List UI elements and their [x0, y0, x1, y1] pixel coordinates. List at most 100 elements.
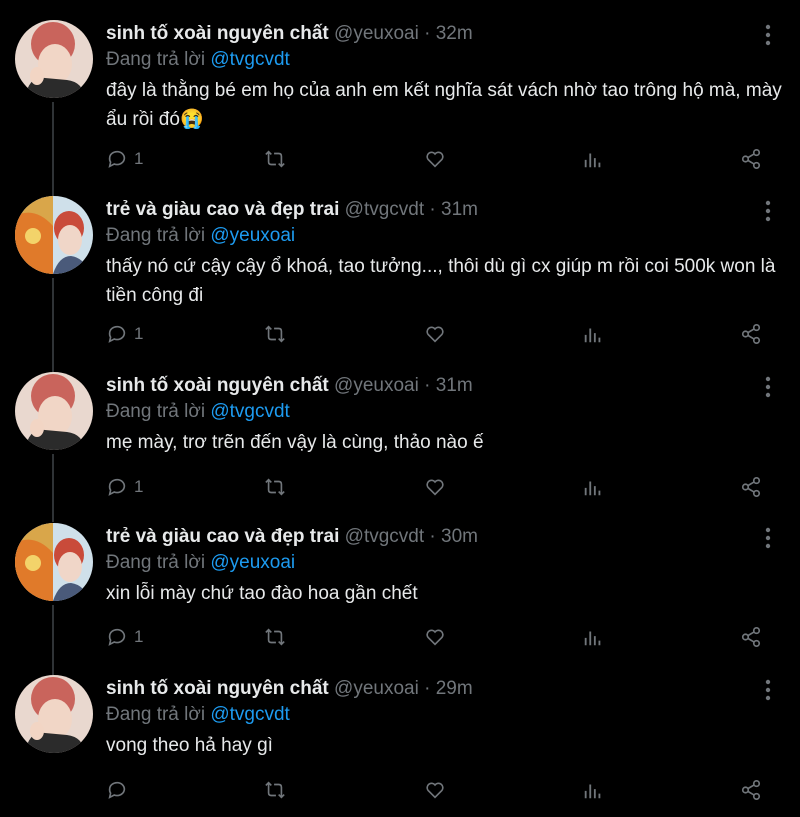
- reply-count: 1: [134, 627, 144, 646]
- avatar[interactable]: [15, 523, 93, 601]
- retweet-button[interactable]: [264, 146, 286, 172]
- stats-icon: [584, 153, 601, 168]
- like-icon: [426, 326, 444, 343]
- retweet-icon: [265, 628, 285, 646]
- share-button[interactable]: [740, 474, 762, 500]
- share-button[interactable]: [740, 777, 762, 803]
- action-bar: 1: [106, 474, 770, 500]
- tweet-text: đây là thằng bé em họ của anh em kết ngh…: [106, 80, 782, 130]
- avatar[interactable]: [15, 196, 93, 274]
- separator-dot: ·: [424, 526, 442, 547]
- tweet[interactable]: trẻ và giàu cao và đẹp trai @tvgcvdt · 3…: [0, 196, 800, 374]
- thread-line: [52, 454, 54, 522]
- retweet-icon: [265, 150, 285, 168]
- separator-dot: ·: [418, 678, 436, 699]
- thread-line: [52, 278, 54, 374]
- stats-button[interactable]: [582, 777, 604, 803]
- more-icon[interactable]: [758, 198, 778, 224]
- reply-mention[interactable]: @tvgcvdt: [210, 49, 289, 70]
- tweet[interactable]: sinh tố xoài nguyên chất @yeuxoai · 31m …: [0, 372, 800, 522]
- like-button[interactable]: [424, 474, 446, 500]
- share-icon: [741, 324, 761, 344]
- like-icon: [426, 151, 444, 168]
- retweet-button[interactable]: [264, 777, 286, 803]
- tweet-text: thấy nó cứ cậy cậy ổ khoá, tao tưởng...,…: [106, 256, 776, 306]
- more-icon[interactable]: [758, 22, 778, 48]
- like-icon: [426, 479, 444, 496]
- reply-mention[interactable]: @yeuxoai: [210, 225, 295, 246]
- separator-dot: ·: [418, 23, 436, 44]
- avatar[interactable]: [15, 20, 93, 98]
- timestamp[interactable]: 31m: [441, 199, 478, 220]
- reply-button[interactable]: 1: [106, 146, 143, 172]
- tweet[interactable]: trẻ và giàu cao và đẹp trai @tvgcvdt · 3…: [0, 523, 800, 675]
- share-icon: [741, 627, 761, 647]
- more-icon[interactable]: [758, 525, 778, 551]
- reply-button[interactable]: 1: [106, 624, 143, 650]
- tweet[interactable]: sinh tố xoài nguyên chất @yeuxoai · 29m …: [0, 675, 800, 815]
- stats-icon: [584, 481, 601, 496]
- reply-label: Đang trả lời: [106, 704, 206, 725]
- handle[interactable]: @yeuxoai: [334, 678, 419, 699]
- display-name[interactable]: trẻ và giàu cao và đẹp trai: [106, 199, 339, 220]
- stats-icon: [584, 631, 601, 646]
- action-bar: 1: [106, 146, 770, 172]
- reply-mention[interactable]: @tvgcvdt: [210, 401, 289, 422]
- stats-icon: [584, 784, 601, 799]
- more-icon[interactable]: [758, 374, 778, 400]
- retweet-button[interactable]: [264, 474, 286, 500]
- reply-mention[interactable]: @yeuxoai: [210, 552, 295, 573]
- display-name[interactable]: sinh tố xoài nguyên chất: [106, 678, 329, 699]
- stats-button[interactable]: [582, 624, 604, 650]
- retweet-button[interactable]: [264, 624, 286, 650]
- reply-icon: [108, 628, 126, 646]
- reply-icon: [108, 150, 126, 168]
- reply-icon: [108, 325, 126, 343]
- like-button[interactable]: [424, 321, 446, 347]
- thread-line: [52, 102, 54, 202]
- share-icon: [741, 780, 761, 800]
- handle[interactable]: @yeuxoai: [334, 23, 419, 44]
- display-name[interactable]: sinh tố xoài nguyên chất: [106, 23, 329, 44]
- reply-icon: [108, 781, 126, 799]
- display-name[interactable]: sinh tố xoài nguyên chất: [106, 375, 329, 396]
- reply-count: 1: [134, 477, 144, 496]
- share-button[interactable]: [740, 146, 762, 172]
- action-bar: 1: [106, 321, 770, 347]
- stats-button[interactable]: [582, 321, 604, 347]
- tweet-text: vong theo hả hay gì: [106, 735, 273, 756]
- reply-button[interactable]: 1: [106, 474, 143, 500]
- retweet-icon: [265, 478, 285, 496]
- avatar[interactable]: [15, 372, 93, 450]
- more-icon[interactable]: [758, 677, 778, 703]
- reply-icon: [108, 478, 126, 496]
- reply-button[interactable]: [106, 777, 134, 803]
- separator-dot: ·: [424, 199, 442, 220]
- like-button[interactable]: [424, 777, 446, 803]
- timestamp[interactable]: 31m: [436, 375, 473, 396]
- retweet-icon: [265, 781, 285, 799]
- timestamp[interactable]: 32m: [436, 23, 473, 44]
- reply-label: Đang trả lời: [106, 49, 206, 70]
- handle[interactable]: @yeuxoai: [334, 375, 419, 396]
- handle[interactable]: @tvgcvdt: [345, 199, 424, 220]
- timestamp[interactable]: 29m: [436, 678, 473, 699]
- like-button[interactable]: [424, 146, 446, 172]
- like-icon: [426, 782, 444, 799]
- stats-button[interactable]: [582, 146, 604, 172]
- share-button[interactable]: [740, 321, 762, 347]
- retweet-button[interactable]: [264, 321, 286, 347]
- reply-count: 1: [134, 324, 144, 343]
- timestamp[interactable]: 30m: [441, 526, 478, 547]
- avatar[interactable]: [15, 675, 93, 753]
- handle[interactable]: @tvgcvdt: [345, 526, 424, 547]
- display-name[interactable]: trẻ và giàu cao và đẹp trai: [106, 526, 339, 547]
- thread-line: [52, 605, 54, 675]
- reply-button[interactable]: 1: [106, 321, 143, 347]
- reply-count: 1: [134, 149, 144, 168]
- tweet[interactable]: sinh tố xoài nguyên chất @yeuxoai · 32m …: [0, 20, 800, 202]
- stats-button[interactable]: [582, 474, 604, 500]
- share-button[interactable]: [740, 624, 762, 650]
- like-button[interactable]: [424, 624, 446, 650]
- reply-mention[interactable]: @tvgcvdt: [210, 704, 289, 725]
